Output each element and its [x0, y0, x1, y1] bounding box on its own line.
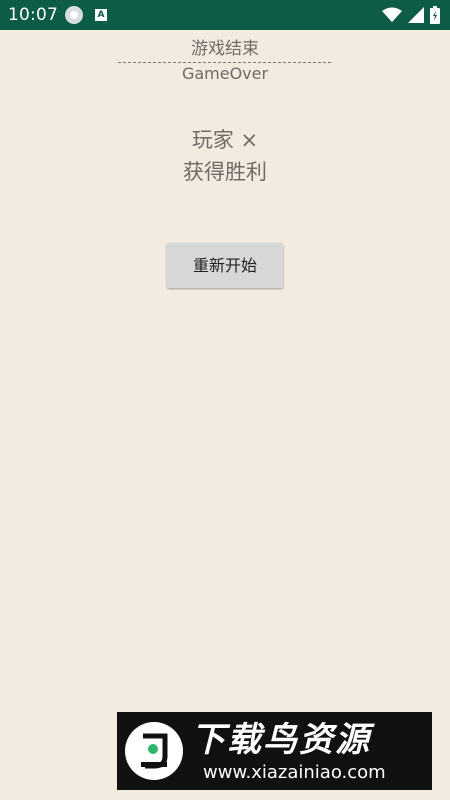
- bird-logo-icon: [125, 722, 183, 780]
- watermark-url: www.xiazainiao.com: [203, 762, 386, 783]
- victory-text: 获得胜利: [183, 160, 267, 184]
- status-bar: 10:07 A: [0, 0, 450, 30]
- watermark-brand: 下载鸟资源: [191, 720, 371, 760]
- wifi-icon: [382, 7, 402, 23]
- a-icon: A: [95, 9, 107, 21]
- record-icon: [65, 6, 83, 24]
- battery-icon: [430, 6, 440, 24]
- status-time: 10:07: [8, 5, 58, 25]
- restart-button[interactable]: 重新开始: [167, 243, 283, 288]
- watermark-banner: 下载鸟资源 www.xiazainiao.com: [117, 712, 432, 790]
- game-over-title: 游戏结束: [191, 39, 259, 59]
- winner-player: 玩家 ×: [191, 128, 259, 152]
- title-divider: [118, 62, 331, 63]
- signal-icon: [408, 7, 424, 23]
- game-over-subtitle: GameOver: [181, 64, 269, 83]
- status-indicators: [382, 6, 440, 24]
